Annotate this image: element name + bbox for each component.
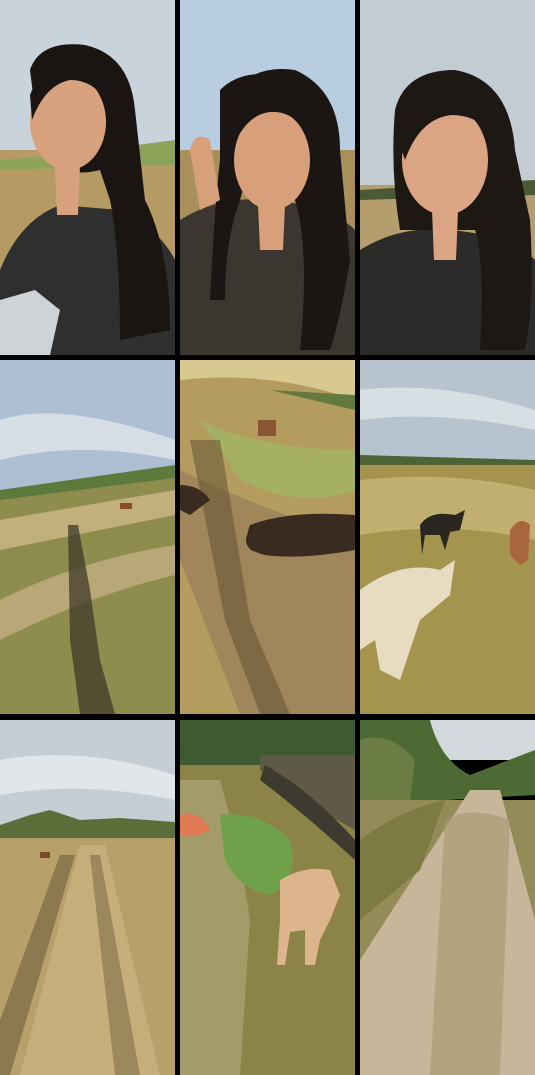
selfie-2-image [180,0,355,355]
photo-panel-selfie-1 [0,0,175,355]
photo-collage-grid [0,0,535,1075]
selfie-1-image [0,0,175,355]
photo-panel-selfie-3 [360,0,535,355]
photo-panel-feeding-goat [180,720,355,1075]
photo-panel-dirt-road-2 [360,720,535,1075]
dirt-road-1-image [0,720,175,1075]
photo-panel-field-shadow [0,360,175,714]
photo-panel-dogs-path [180,360,355,714]
dirt-road-2-image [360,720,535,1075]
selfie-3-image [360,0,535,355]
photo-panel-goats-field [360,360,535,714]
dogs-path-image [180,360,355,714]
goats-field-image [360,360,535,714]
feeding-goat-image [180,720,355,1075]
field-shadow-image [0,360,175,714]
photo-panel-dirt-road-1 [0,720,175,1075]
photo-panel-selfie-2 [180,0,355,355]
